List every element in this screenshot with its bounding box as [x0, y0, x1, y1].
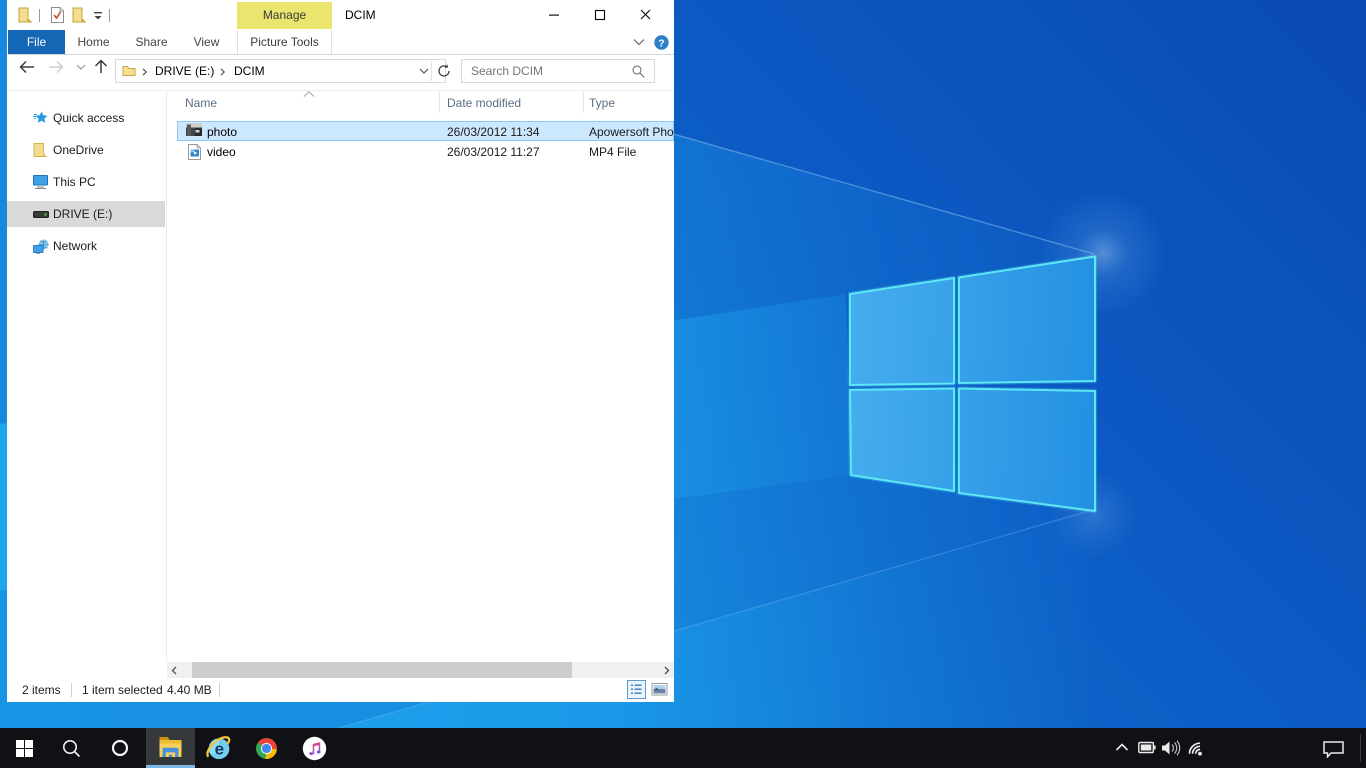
svg-text:?: ?	[658, 37, 664, 49]
